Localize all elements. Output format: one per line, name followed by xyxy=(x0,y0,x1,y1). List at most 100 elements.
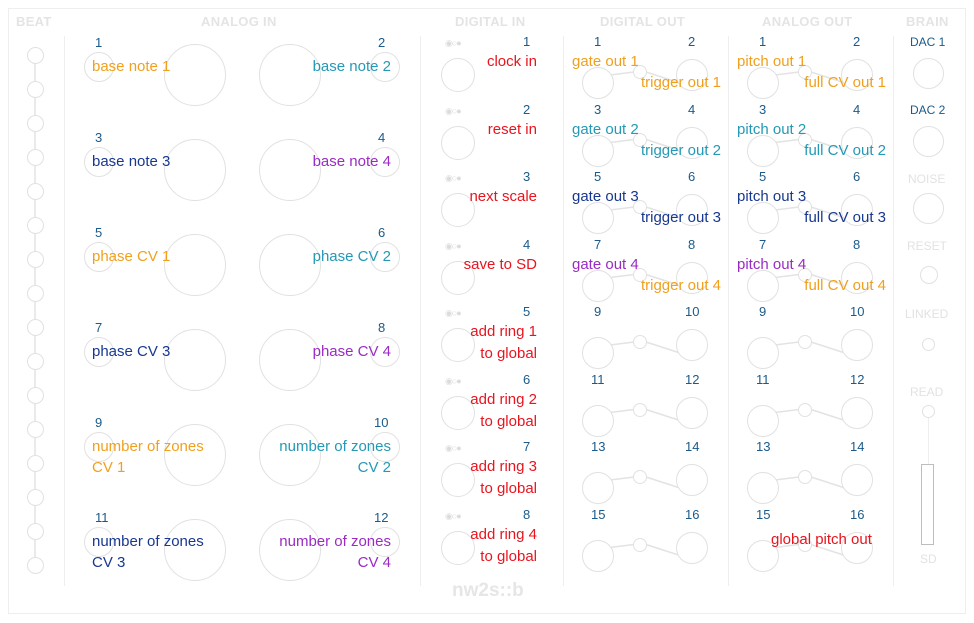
analog-in-jack[interactable] xyxy=(164,329,226,391)
digital-in-label: add ring 3 xyxy=(470,458,537,475)
beat-led xyxy=(27,251,44,268)
analog-out-number: 11 xyxy=(756,371,770,387)
analog-in-number: 2 xyxy=(378,35,386,50)
digital-out-label: trigger out 4 xyxy=(640,276,721,294)
analog-in-label: phase CV 1 xyxy=(92,248,171,265)
connector-line xyxy=(609,71,635,76)
digital-in-label-2: to global xyxy=(480,412,537,430)
digital-out-small-jack[interactable] xyxy=(633,402,647,417)
connector-line xyxy=(810,476,846,489)
analog-in-label-cv: CV 3 xyxy=(92,554,126,571)
analog-out-number: 3 xyxy=(759,101,767,117)
analog-in-label: base note 4 xyxy=(312,153,391,170)
connector-line xyxy=(810,408,846,422)
beat-led xyxy=(27,183,44,200)
analog-in-number: 10 xyxy=(374,415,389,430)
digital-out-jack[interactable] xyxy=(676,531,708,564)
analog-out-jack[interactable] xyxy=(747,472,779,504)
analog-in-number: 9 xyxy=(95,415,103,430)
digital-in-led-dots: ◉○● xyxy=(445,240,462,251)
sd-label: SD xyxy=(920,552,937,566)
digital-out-label: gate out 2 xyxy=(572,120,639,138)
digital-in-number: 3 xyxy=(523,169,531,184)
digital-in-label: add ring 1 xyxy=(470,323,537,340)
digital-out-jack[interactable] xyxy=(582,539,614,572)
analog-out-small-jack[interactable] xyxy=(798,402,812,417)
analog-out-number: 7 xyxy=(759,236,767,252)
analog-out-jack[interactable] xyxy=(747,404,779,437)
digital-in-led-dots: ◉○● xyxy=(445,105,462,116)
analog-in-jack[interactable] xyxy=(164,44,226,106)
analog-out-small-jack[interactable] xyxy=(798,470,812,484)
connector-line xyxy=(774,71,800,76)
beat-led xyxy=(27,421,44,438)
digital-out-jack[interactable] xyxy=(582,269,614,302)
sd-card-slot[interactable] xyxy=(921,464,934,545)
analog-in-jack[interactable] xyxy=(164,234,226,296)
read-line xyxy=(928,418,929,464)
digital-out-jack[interactable] xyxy=(582,337,614,369)
digital-out-number: 3 xyxy=(594,101,602,117)
digital-out-number: 5 xyxy=(594,169,602,184)
analog-out-number: 10 xyxy=(850,304,865,319)
digital-out-small-jack[interactable] xyxy=(633,537,647,552)
digital-out-small-jack[interactable] xyxy=(633,470,647,484)
analog-out-jack[interactable] xyxy=(841,464,873,496)
connector-line xyxy=(774,408,800,414)
digital-in-jack[interactable] xyxy=(441,125,475,160)
analog-out-label: full CV out 2 xyxy=(804,141,886,159)
analog-out-jack[interactable] xyxy=(747,134,779,167)
digital-out-number: 14 xyxy=(685,439,700,454)
digital-out-jack[interactable] xyxy=(582,202,614,234)
connector-line xyxy=(609,206,635,211)
digital-out-jack[interactable] xyxy=(676,396,708,429)
beat-led xyxy=(27,149,44,166)
analog-out-jack[interactable] xyxy=(841,329,873,361)
reset-button[interactable] xyxy=(920,266,938,284)
noise-label: NOISE xyxy=(908,172,946,186)
analog-out-small-jack[interactable] xyxy=(798,335,812,349)
analog-out-jack[interactable] xyxy=(747,202,779,234)
analog-in-label: phase CV 2 xyxy=(312,248,391,265)
analog-out-jack[interactable] xyxy=(841,396,873,429)
digital-out-jack[interactable] xyxy=(582,404,614,437)
analog-out-jack[interactable] xyxy=(747,67,779,99)
analog-out-number: 12 xyxy=(850,371,865,387)
dac2-jack[interactable] xyxy=(913,126,944,157)
beat-led xyxy=(27,115,44,132)
digital-in-label: reset in xyxy=(487,120,537,138)
digital-out-label: trigger out 1 xyxy=(640,74,721,91)
analog-out-number: 9 xyxy=(759,304,767,319)
analog-out-jack[interactable] xyxy=(747,337,779,369)
digital-out-jack[interactable] xyxy=(582,472,614,504)
connector-line xyxy=(774,206,800,211)
connector-line xyxy=(609,138,635,144)
analog-out-label: full CV out 1 xyxy=(804,74,886,91)
read-label: READ xyxy=(910,385,944,399)
digital-in-led-dots: ◉○● xyxy=(445,443,462,453)
digital-out-number: 6 xyxy=(688,169,696,184)
digital-out-jack[interactable] xyxy=(676,464,708,496)
analog-in-label: number of zones xyxy=(92,533,204,550)
digital-out-number: 7 xyxy=(594,236,602,252)
analog-out-jack[interactable] xyxy=(747,269,779,302)
digital-in-led-dots: ◉○● xyxy=(445,510,462,521)
digital-out-jack[interactable] xyxy=(676,329,708,361)
noise-jack[interactable] xyxy=(913,193,944,224)
digital-in-label: clock in xyxy=(486,53,537,70)
beat-led xyxy=(27,217,44,234)
digital-in-jack[interactable] xyxy=(441,58,475,92)
digital-in-number: 8 xyxy=(523,506,531,522)
analog-out-label: full CV out 4 xyxy=(804,276,886,294)
beat-led xyxy=(27,489,44,506)
digital-out-jack[interactable] xyxy=(582,134,614,167)
dac1-jack[interactable] xyxy=(913,58,944,89)
beat-led xyxy=(27,285,44,302)
digital-out-jack[interactable] xyxy=(582,67,614,99)
analog-in-label-cv: CV 1 xyxy=(92,459,126,476)
analog-in-jack[interactable] xyxy=(164,139,226,201)
digital-out-small-jack[interactable] xyxy=(633,335,647,349)
beat-led xyxy=(27,387,44,404)
digital-in-number: 7 xyxy=(523,439,531,454)
digital-in-label: add ring 2 xyxy=(470,390,537,408)
